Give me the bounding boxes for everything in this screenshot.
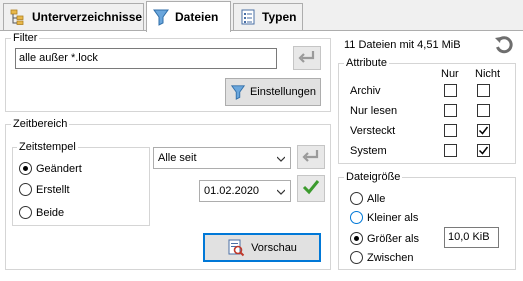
file-summary: 11 Dateien mit 4,51 MiB <box>344 39 461 51</box>
radio-button <box>19 206 32 219</box>
attribute-nurlesen-only-checkbox[interactable] <box>444 104 457 117</box>
radio-size-kleiner[interactable]: Kleiner als <box>350 211 418 224</box>
tab-dateien[interactable]: Dateien <box>146 1 231 32</box>
radio-button <box>350 232 363 245</box>
filter-input[interactable]: alle außer *.lock <box>15 48 277 69</box>
radio-erstellt[interactable]: Erstellt <box>19 183 70 196</box>
attribute-nurlesen-not-checkbox[interactable] <box>477 104 490 117</box>
attribute-system-not-checkbox[interactable] <box>477 144 490 157</box>
range-select-value: Alle seit <box>158 152 197 164</box>
attribute-col-not: Nicht <box>475 68 501 80</box>
radio-label: Beide <box>36 206 65 219</box>
refresh-icon[interactable] <box>493 34 515 59</box>
radio-label: Kleiner als <box>367 211 419 224</box>
attribute-archiv-not-checkbox[interactable] <box>477 84 490 97</box>
return-arrow-icon <box>297 49 317 68</box>
attribute-row-label: System <box>350 145 387 157</box>
attribute-archiv-only-checkbox[interactable] <box>444 84 457 97</box>
tab-divider <box>0 30 523 31</box>
settings-button[interactable]: Einstellungen <box>225 78 321 106</box>
preview-document-icon <box>227 239 245 257</box>
radio-button <box>350 211 363 224</box>
return-arrow-icon <box>301 148 321 167</box>
zeitstempel-group-title: Zeitstempel <box>17 141 78 153</box>
tab-unterverzeichnisse[interactable]: Unterverzeichnisse <box>3 3 144 30</box>
radio-size-alle[interactable]: Alle <box>350 192 385 205</box>
radio-size-groesser[interactable]: Größer als <box>350 232 419 245</box>
folder-tree-icon <box>9 8 27 26</box>
attribute-group-title: Attribute <box>344 57 389 69</box>
range-select[interactable]: Alle seit <box>153 147 291 169</box>
date-picker[interactable]: 01.02.2020 <box>199 180 291 202</box>
radio-label: Geändert <box>36 162 82 175</box>
checkmark-icon <box>478 125 489 136</box>
dateigroesse-group-title: Dateigröße <box>344 171 403 183</box>
attribute-row-label: Archiv <box>350 85 381 97</box>
filter-funnel-icon <box>152 8 170 26</box>
attribute-system-only-checkbox[interactable] <box>444 144 457 157</box>
preview-button-label: Vorschau <box>251 241 297 254</box>
attribute-versteckt-only-checkbox[interactable] <box>444 124 457 137</box>
chevron-down-icon <box>276 154 286 162</box>
tab-label: Unterverzeichnisse <box>32 10 143 24</box>
preview-button[interactable]: Vorschau <box>203 233 321 262</box>
file-list-icon <box>239 8 257 26</box>
checkmark-icon <box>302 178 320 199</box>
attribute-row-label: Nur lesen <box>350 105 398 117</box>
filter-funnel-icon <box>230 84 246 100</box>
radio-label: Alle <box>367 192 386 205</box>
date-confirm-button[interactable] <box>297 175 325 202</box>
filter-group-title: Filter <box>11 32 40 44</box>
radio-size-zwischen[interactable]: Zwischen <box>350 251 413 264</box>
filter-apply-button[interactable] <box>293 46 321 70</box>
radio-geaendert[interactable]: Geändert <box>19 162 82 175</box>
zeitbereich-group-title: Zeitbereich <box>11 118 70 130</box>
attribute-row-label: Versteckt <box>350 125 396 137</box>
range-apply-button[interactable] <box>297 145 325 169</box>
radio-button <box>350 251 363 264</box>
tab-label: Typen <box>262 10 297 24</box>
radio-button <box>350 192 363 205</box>
tab-typen[interactable]: Typen <box>233 3 303 30</box>
radio-beide[interactable]: Beide <box>19 206 64 219</box>
attribute-col-only: Nur <box>441 68 459 80</box>
chevron-down-icon <box>276 187 286 195</box>
radio-label: Größer als <box>367 232 419 245</box>
attribute-versteckt-not-checkbox[interactable] <box>477 124 490 137</box>
date-value: 01.02.2020 <box>204 185 260 197</box>
size-value-input[interactable]: 10,0 KiB <box>444 227 499 248</box>
tab-label: Dateien <box>175 10 219 24</box>
radio-button <box>19 183 32 196</box>
radio-label: Zwischen <box>367 251 414 264</box>
radio-button <box>19 162 32 175</box>
radio-label: Erstellt <box>36 183 70 196</box>
checkmark-icon <box>478 145 489 156</box>
settings-button-label: Einstellungen <box>249 86 317 98</box>
